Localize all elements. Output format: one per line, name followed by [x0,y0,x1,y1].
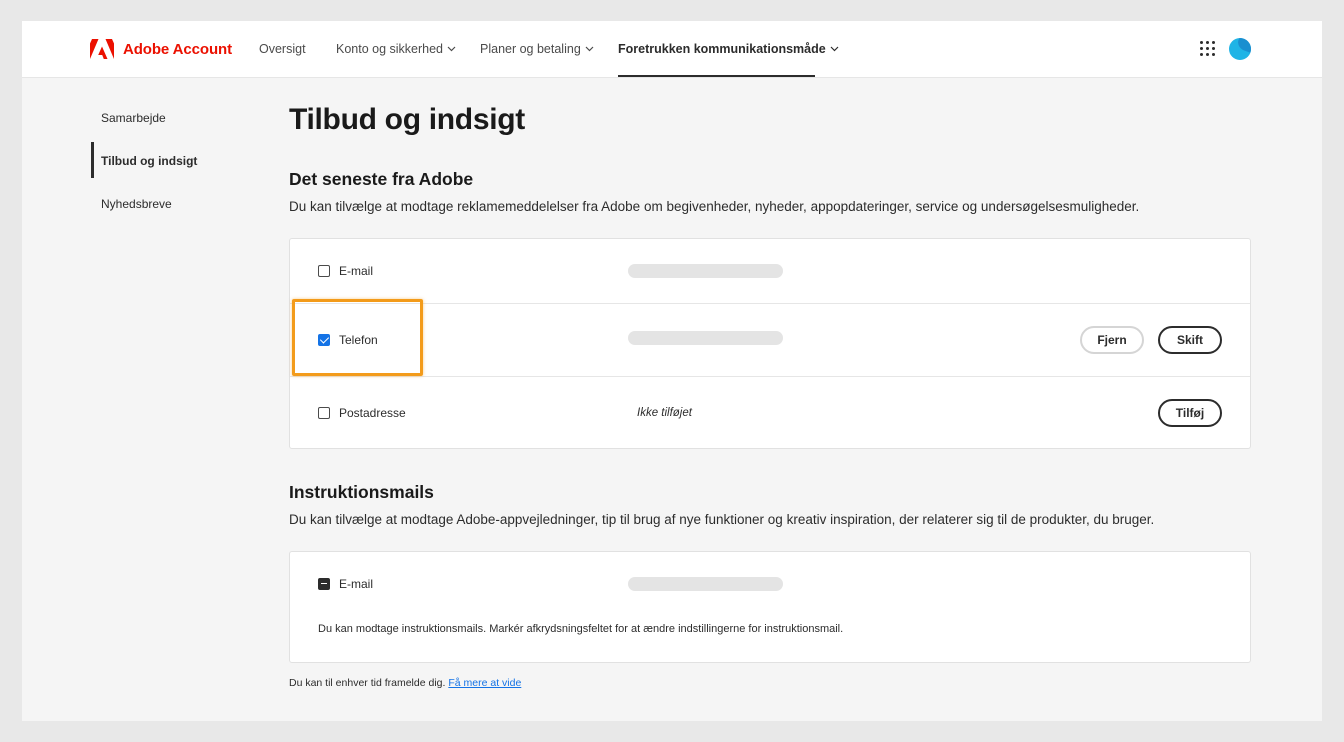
nav-item-communication-preferences[interactable]: Foretrukken kommunikationsmåde [618,42,839,56]
email-checkbox[interactable] [318,265,330,277]
section-title-instructions: Instruktionsmails [289,482,434,502]
page-frame: Adobe Account Oversigt Konto og sikkerhe… [22,21,1322,721]
chevron-down-icon [447,46,456,52]
instructions-card: E-mail Du kan modtage instruktionsmails.… [289,551,1251,663]
nav-item-overview[interactable]: Oversigt [259,42,306,56]
nav-item-label: Konto og sikkerhed [336,42,444,56]
change-phone-button[interactable]: Skift [1158,326,1222,354]
offer-row-phone: Telefon Fjern Skift [290,303,1250,376]
adobe-logo-icon [90,39,114,59]
section-title-offers: Det seneste fra Adobe [289,169,474,189]
email-value-placeholder [628,264,783,278]
add-postal-address-button[interactable]: Tilføj [1158,399,1222,427]
nav-item-plans-payment[interactable]: Planer og betaling [480,42,594,56]
row-label: Postadresse [339,406,406,420]
learn-more-link[interactable]: Få mere at vide [448,677,521,689]
offer-row-email: E-mail [290,239,1250,303]
top-navigation: Adobe Account Oversigt Konto og sikkerhe… [22,21,1322,78]
instruction-email-checkbox[interactable] [318,578,330,590]
section-description-instructions: Du kan tilvælge at modtage Adobe-appvejl… [289,512,1155,527]
offer-row-postal-address: Postadresse Ikke tilføjet Tilføj [290,376,1250,449]
nav-item-label: Planer og betaling [480,42,581,56]
brand-name: Adobe Account [123,40,232,58]
sidebar-item-newsletters[interactable]: Nyhedsbreve [101,197,172,211]
unsubscribe-text: Du kan til enhver tid framelde dig. [289,677,446,689]
phone-value-placeholder [628,331,783,345]
remove-phone-button[interactable]: Fjern [1080,326,1144,354]
section-description-offers: Du kan tilvælge at modtage reklamemeddel… [289,199,1140,214]
nav-item-label: Foretrukken kommunikationsmåde [618,42,826,56]
instruction-email-value-placeholder [628,577,783,591]
offers-card: E-mail Telefon Fjern Skift Postadresse I… [289,238,1251,449]
footer-note: Du kan til enhver tid framelde dig. Få m… [289,677,521,689]
chevron-down-icon [585,46,594,52]
row-label: E-mail [339,264,374,278]
avatar[interactable] [1229,38,1251,60]
sidebar-active-indicator [91,142,94,178]
highlight-box [292,299,423,376]
sidebar-item-collaboration[interactable]: Samarbejde [101,111,166,125]
nav-item-label: Oversigt [259,42,306,56]
chevron-down-icon [830,46,839,52]
row-label: E-mail [339,577,374,591]
nav-item-account-security[interactable]: Konto og sikkerhed [336,42,456,56]
apps-grid-icon[interactable] [1200,41,1216,57]
active-nav-indicator [618,75,815,77]
instructions-note: Du kan modtage instruktionsmails. Markér… [318,623,844,635]
postal-address-checkbox[interactable] [318,407,330,419]
brand[interactable]: Adobe Account [90,39,232,59]
instruction-row-email: E-mail [290,552,1250,616]
sidebar-item-offers-insights[interactable]: Tilbud og indsigt [101,154,197,168]
postal-address-status: Ikke tilføjet [637,407,692,419]
page-title: Tilbud og indsigt [289,103,525,136]
